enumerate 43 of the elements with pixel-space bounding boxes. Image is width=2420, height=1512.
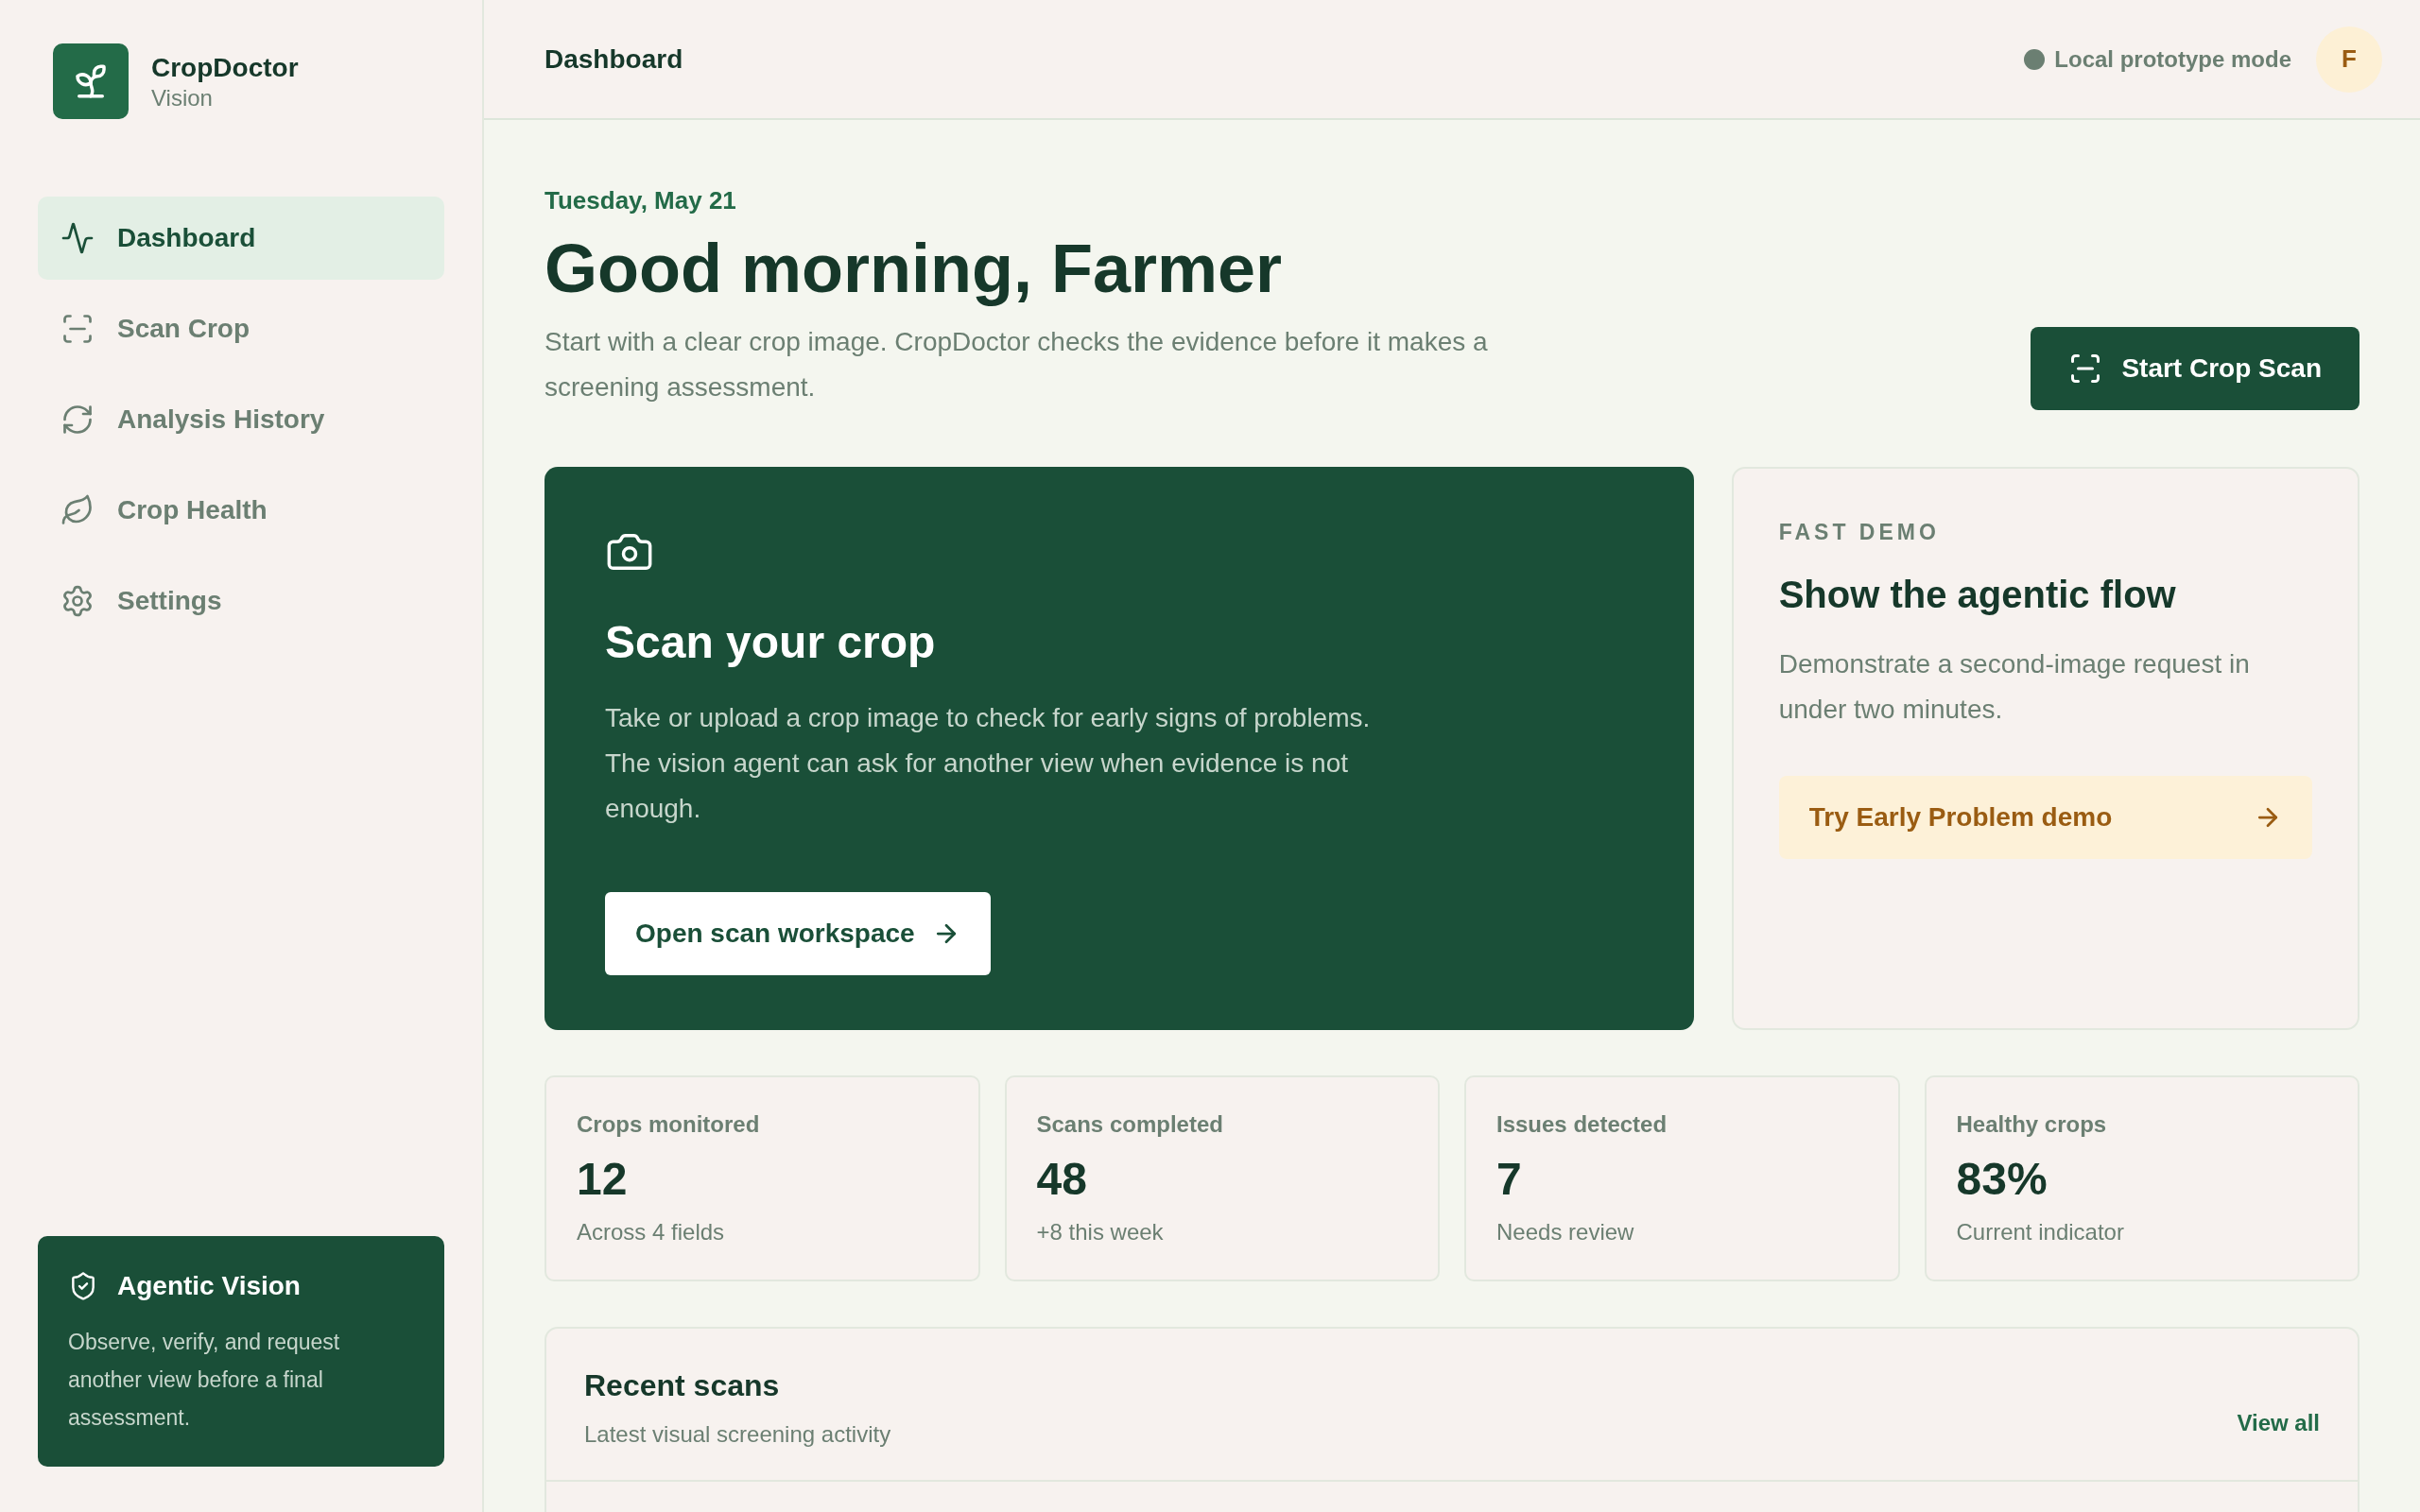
- open-workspace-button[interactable]: Open scan workspace: [605, 892, 991, 975]
- card-title: Show the agentic flow: [1778, 572, 2177, 617]
- section-subtitle: Latest visual screening activity: [584, 1420, 891, 1449]
- card-title: Scan your crop: [605, 616, 937, 669]
- card-text: Observe, verify, and request another view before a final assessment.: [68, 1329, 341, 1432]
- section-title: Recent scans: [584, 1367, 781, 1404]
- demo-button[interactable]: Try Early Problem demo: [1778, 775, 2312, 859]
- stat-note: +8 this week: [1036, 1218, 1165, 1246]
- nav-item[interactable]: Dashboard: [38, 197, 444, 280]
- pulse-icon: [60, 221, 95, 255]
- stat-label: Crops monitored: [577, 1110, 761, 1139]
- stat-value: 83%: [1956, 1153, 2048, 1206]
- start-scan-button[interactable]: Start Crop Scan: [2031, 327, 2360, 410]
- stat-label: Issues detected: [1496, 1110, 1668, 1139]
- nav-item[interactable]: Analysis History: [38, 378, 444, 461]
- stat-value: 12: [577, 1153, 629, 1206]
- leaf-icon: [60, 493, 95, 527]
- avatar[interactable]: F: [2316, 26, 2382, 93]
- date-text: Tuesday, May 21: [544, 185, 737, 216]
- view-all-link[interactable]: View all: [2237, 1406, 2320, 1440]
- refresh-icon: [60, 403, 95, 437]
- brand-subtitle: Vision: [151, 83, 214, 112]
- settings-icon: [60, 584, 95, 618]
- greeting-heading: Good morning, Farmer: [544, 230, 1284, 308]
- stat-label: Healthy crops: [1956, 1110, 2108, 1139]
- card-text: Take or upload a crop image to check for early signs of problems. The vision agent can ask for another view when evidence is not enough.: [605, 702, 1372, 825]
- nav-item[interactable]: Settings: [38, 559, 444, 643]
- card-title: Agentic Vision: [117, 1270, 301, 1302]
- greeting-text: Start with a clear crop image. CropDoctor checks the evidence before it makes a screening assessment.: [544, 326, 1489, 404]
- status-text: Local prototype mode: [2054, 44, 2291, 74]
- nav-item[interactable]: Crop Health: [38, 469, 444, 552]
- stat-value: 7: [1496, 1153, 1523, 1206]
- stat-value: 48: [1036, 1153, 1088, 1206]
- stat-note: Current indicator: [1956, 1218, 2125, 1246]
- stat-label: Scans completed: [1036, 1110, 1224, 1139]
- stat-note: Across 4 fields: [577, 1218, 726, 1246]
- scan-icon: [60, 312, 95, 346]
- eyebrow-text: FAST DEMO: [1778, 519, 1941, 546]
- card-text: Demonstrate a second-image request in under two minutes.: [1778, 647, 2251, 726]
- nav-item[interactable]: Scan Crop: [38, 287, 444, 370]
- stat-note: Needs review: [1496, 1218, 1635, 1246]
- brand-name: CropDoctor: [151, 51, 299, 84]
- page-title: Dashboard: [544, 43, 683, 76]
